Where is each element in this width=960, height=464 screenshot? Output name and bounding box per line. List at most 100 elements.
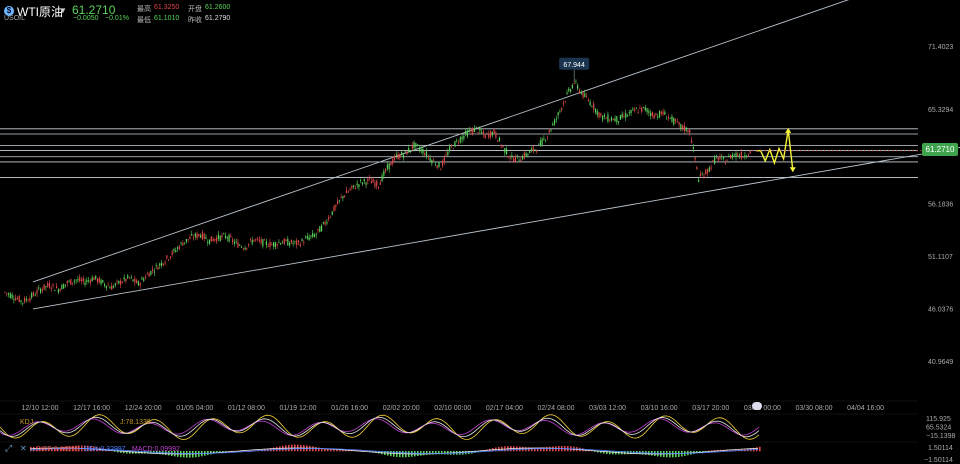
- candle-body: [104, 283, 106, 286]
- candle-body: [553, 119, 556, 125]
- crosshair-date-indicator[interactable]: [752, 402, 762, 410]
- candle-body: [730, 155, 732, 159]
- candle-body: [598, 112, 600, 118]
- candle-body: [493, 128, 495, 134]
- candle-body: [612, 119, 614, 121]
- candle-body: [320, 225, 323, 231]
- candle-body: [662, 111, 664, 115]
- candle-body: [152, 269, 154, 271]
- candle-body: [219, 235, 221, 241]
- candle-body: [680, 124, 682, 129]
- candle-body: [489, 131, 492, 138]
- candle-body: [200, 235, 202, 238]
- candle-body: [59, 289, 61, 292]
- macd-dea-label: DEA:0.32997: [84, 446, 126, 453]
- candle-body: [488, 133, 490, 138]
- candle-body: [393, 156, 396, 161]
- candle-body: [687, 130, 689, 133]
- candle-body: [223, 233, 225, 235]
- candle-body: [546, 136, 549, 138]
- candle-body: [73, 280, 75, 282]
- candle-body: [539, 140, 541, 146]
- candle-body: [61, 284, 63, 290]
- candle-body: [267, 245, 269, 247]
- time-axis-label: 12/17 16:00: [73, 405, 110, 412]
- candle-body: [87, 280, 90, 282]
- candle-body: [614, 118, 616, 122]
- candle-body: [395, 154, 397, 156]
- candle-body: [272, 242, 275, 247]
- candle-body: [628, 112, 630, 113]
- candle-body: [116, 280, 118, 282]
- candle-body: [548, 130, 550, 133]
- macd-bar: [399, 451, 401, 458]
- time-axis-label: 02/24 08:00: [538, 405, 575, 412]
- candle-body: [130, 276, 132, 278]
- candle-body: [31, 293, 33, 298]
- candle-body: [363, 179, 365, 182]
- candle-body: [602, 115, 604, 120]
- projection-arrow-down: [789, 167, 796, 173]
- candle-body: [714, 157, 716, 164]
- candle-body: [226, 237, 228, 239]
- candle-body: [84, 282, 86, 286]
- candle-body: [43, 284, 45, 290]
- candle-body: [79, 277, 81, 282]
- candle-body: [573, 83, 575, 84]
- candle-body: [262, 239, 264, 247]
- price-chart[interactable]: 67.944 71.4023 65.3294 56.1836 51.1107 46.037…: [0, 0, 960, 464]
- candle-body: [696, 167, 698, 169]
- candle-body: [682, 125, 684, 129]
- candle-body: [351, 185, 353, 188]
- candle-body: [502, 146, 504, 148]
- candle-body: [232, 239, 234, 242]
- time-axis-label: 03/03 12:00: [589, 405, 626, 412]
- macd-bar: [627, 451, 629, 455]
- close-icon[interactable]: ✕: [20, 444, 27, 453]
- candle-body: [128, 277, 131, 279]
- candle-body: [290, 239, 292, 244]
- candle-body: [632, 108, 634, 110]
- expand-icon[interactable]: ⤢: [4, 444, 12, 454]
- candle-body: [144, 276, 147, 279]
- candle-body: [132, 279, 134, 282]
- candle-body: [450, 145, 453, 147]
- candle-body: [692, 146, 694, 149]
- candle-body: [365, 182, 367, 185]
- candle-body: [721, 156, 723, 158]
- candle-body: [591, 106, 593, 108]
- candle-body: [568, 88, 570, 92]
- candle-body: [360, 179, 362, 181]
- candle-body: [438, 162, 440, 168]
- candle-body: [66, 281, 68, 284]
- candle-body: [216, 237, 218, 242]
- candle-body: [244, 247, 246, 250]
- candle-body: [418, 148, 421, 151]
- indicator1-value: J:78.1339: [120, 419, 151, 426]
- candle-body: [690, 140, 693, 144]
- lower-trendline: [32, 147, 960, 310]
- candle-body: [280, 243, 282, 245]
- candle-body: [294, 241, 296, 242]
- candle-body: [15, 297, 17, 301]
- candle-body: [683, 125, 686, 131]
- candle-body: [505, 148, 508, 155]
- candle-body: [678, 122, 680, 125]
- macd-bar: [192, 451, 194, 458]
- candle-body: [335, 205, 337, 208]
- candle-body: [331, 211, 333, 215]
- candle-body: [153, 271, 155, 273]
- candle-body: [569, 89, 572, 92]
- candle-body: [168, 259, 170, 261]
- candle-body: [173, 249, 175, 251]
- candle-body: [623, 115, 625, 117]
- candle-body: [274, 242, 276, 248]
- candle-body: [433, 159, 435, 161]
- candle-body: [269, 241, 271, 248]
- macd-bar: [675, 451, 677, 458]
- candle-body: [221, 235, 223, 238]
- time-axis-label: 03/10 16:00: [641, 405, 678, 412]
- macd-bar: [426, 451, 428, 455]
- candle-body: [452, 148, 454, 150]
- price-axis-label: 51.1107: [928, 254, 953, 261]
